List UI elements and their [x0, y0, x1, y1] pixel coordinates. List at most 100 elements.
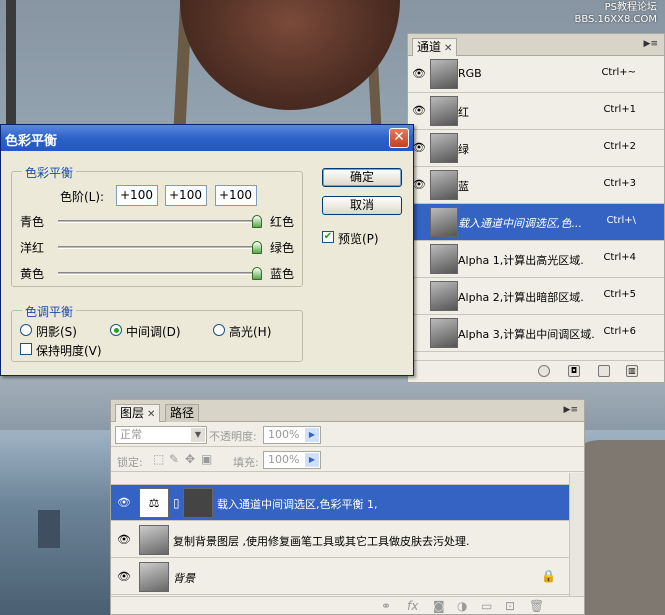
- channel-thumbnail: [430, 96, 458, 126]
- save-selection-icon[interactable]: ◘: [568, 365, 580, 377]
- tab-paths-label: 路径: [170, 406, 195, 420]
- levels-label: 色阶(L):: [60, 190, 105, 204]
- eye-icon[interactable]: 👁: [115, 494, 133, 512]
- channel-shortcut: Ctrl+6: [603, 326, 636, 337]
- new-layer-icon[interactable]: ⊡: [505, 599, 515, 613]
- photo-boat: [38, 510, 60, 548]
- link-layers-icon[interactable]: ⚭: [381, 599, 391, 613]
- group-tone-balance-legend: 色调平衡: [22, 303, 77, 320]
- midtones-label: 中间调(D): [126, 325, 181, 339]
- slider-right-label: 绿色: [270, 241, 295, 255]
- layers-panel: 图层 ✕ 路径 ▶≡ 正常 ▼ 不透明度: 100% ▶ 锁定: ⬚ ✎ ✥ ▣ 填充…: [110, 399, 585, 615]
- highlights-label: 高光(H): [229, 325, 272, 339]
- channel-name: 红: [458, 106, 469, 119]
- layer-thumbnail: [139, 525, 169, 555]
- fill-input[interactable]: 100% ▶: [263, 451, 321, 469]
- channel-row[interactable]: 👁 红 Ctrl+1: [408, 93, 664, 130]
- midtones-radio[interactable]: [110, 324, 122, 336]
- layer-row-color-balance[interactable]: 👁 ⚖ ▯ 载入通道中间调选区,色彩平衡 1,: [111, 485, 569, 521]
- channel-name: Alpha 1,计算出高光区域.: [458, 254, 584, 267]
- slider-handle[interactable]: [252, 267, 262, 280]
- chevron-right-icon[interactable]: ▶: [305, 428, 319, 442]
- chevron-right-icon[interactable]: ▶: [305, 453, 319, 467]
- channel-thumbnail: [430, 244, 458, 274]
- channels-tabbar: 通道 ✕ ▶≡: [408, 34, 664, 56]
- tab-layers[interactable]: 图层 ✕: [115, 404, 161, 422]
- close-icon[interactable]: ✕: [147, 409, 155, 420]
- mask-thumbnail[interactable]: [183, 488, 213, 518]
- watermark-line1: PS教程论坛: [604, 2, 657, 13]
- lock-brush-icon[interactable]: ✎: [169, 452, 179, 466]
- layer-name: 载入通道中间调选区,色彩平衡 1,: [217, 498, 378, 511]
- lock-move-icon[interactable]: ✥: [185, 452, 195, 466]
- channel-name: Alpha 2,计算出暗部区域.: [458, 291, 584, 304]
- layer-row-background[interactable]: 👁 背景 🔒: [111, 559, 569, 595]
- preview-checkbox[interactable]: ✔: [322, 231, 334, 243]
- channel-row[interactable]: 载入通道中间调选区,色... Ctrl+\: [408, 204, 664, 241]
- fill-label: 填充:: [233, 456, 259, 469]
- blend-mode-select[interactable]: 正常 ▼: [115, 426, 207, 444]
- close-button[interactable]: ✕: [389, 128, 409, 148]
- group-icon[interactable]: ▭: [481, 599, 492, 613]
- tone-balance-group: 色调平衡 阴影(S) 中间调(D) 高光(H) 保持明度(V): [11, 303, 303, 362]
- level-input-3[interactable]: +100: [215, 185, 257, 206]
- close-icon[interactable]: ✕: [444, 43, 452, 54]
- level-input-2[interactable]: +100: [165, 185, 207, 206]
- opacity-input[interactable]: 100% ▶: [263, 426, 321, 444]
- fill-value: 100%: [268, 453, 300, 466]
- add-mask-icon[interactable]: ◙: [433, 599, 445, 613]
- lock-label: 锁定:: [117, 456, 143, 469]
- slider-right-label: 蓝色: [270, 267, 295, 281]
- eye-icon[interactable]: 👁: [410, 102, 428, 120]
- channel-shortcut: Ctrl+~: [601, 67, 636, 78]
- new-channel-icon[interactable]: [598, 365, 610, 377]
- adjustment-layer-icon[interactable]: ◑: [457, 599, 467, 613]
- load-selection-icon[interactable]: [538, 365, 550, 377]
- channel-row[interactable]: Alpha 3,计算出中间调区域. Ctrl+6: [408, 315, 664, 352]
- tab-channels[interactable]: 通道 ✕: [412, 38, 458, 56]
- slider-right-label: 红色: [270, 215, 295, 229]
- channel-thumbnail: [430, 133, 458, 163]
- slider-handle[interactable]: [252, 241, 262, 254]
- channel-thumbnail: [430, 170, 458, 200]
- highlights-radio[interactable]: [213, 324, 225, 336]
- channel-row[interactable]: Alpha 1,计算出高光区域. Ctrl+4: [408, 241, 664, 278]
- trash-icon[interactable]: ▥: [626, 365, 638, 377]
- trash-icon[interactable]: 🗑: [529, 599, 544, 613]
- layer-name: 复制背景图层 ,使用修复画笔工具或其它工具做皮肤去污处理.: [173, 535, 470, 548]
- channel-row[interactable]: 👁 绿 Ctrl+2: [408, 130, 664, 167]
- preserve-luminosity-checkbox[interactable]: [20, 343, 32, 355]
- eye-icon[interactable]: 👁: [410, 65, 428, 83]
- channels-panel: 通道 ✕ ▶≡ 👁 RGB Ctrl+~ 👁 红 Ctrl+1 👁 绿 Ctrl+2 👁 蓝 Ctrl+…: [407, 33, 665, 383]
- channel-row[interactable]: Alpha 2,计算出暗部区域. Ctrl+5: [408, 278, 664, 315]
- shadows-radio[interactable]: [20, 324, 32, 336]
- eye-icon[interactable]: 👁: [115, 568, 133, 586]
- slider-handle[interactable]: [252, 215, 262, 228]
- channel-name: 绿: [458, 143, 469, 156]
- slider-left-label: 洋红: [20, 241, 45, 255]
- color-balance-group: 色彩平衡 色阶(L): +100 +100 +100 青色 红色 洋红 绿色 黄色 蓝色: [11, 164, 303, 287]
- channel-row[interactable]: 👁 蓝 Ctrl+3: [408, 167, 664, 204]
- opacity-value: 100%: [268, 428, 300, 441]
- fx-icon[interactable]: fx: [407, 599, 418, 613]
- level-input-1[interactable]: +100: [116, 185, 158, 206]
- panel-menu-icon[interactable]: ▶≡: [644, 39, 658, 49]
- slider-track[interactable]: [58, 272, 258, 275]
- lock-all-icon[interactable]: ▣: [201, 452, 212, 466]
- eye-icon[interactable]: 👁: [115, 531, 133, 549]
- lock-transparent-icon[interactable]: ⬚: [153, 452, 164, 466]
- panel-menu-icon[interactable]: ▶≡: [564, 405, 578, 415]
- slider-left-label: 黄色: [20, 267, 45, 281]
- slider-track[interactable]: [58, 220, 258, 223]
- layer-row-retouch[interactable]: 👁 复制背景图层 ,使用修复画笔工具或其它工具做皮肤去污处理.: [111, 522, 569, 558]
- ok-button[interactable]: 确定: [322, 168, 402, 187]
- watermark-line2: BBS.16XX8.COM: [574, 14, 657, 25]
- channel-shortcut: Ctrl+3: [603, 178, 636, 189]
- tab-paths[interactable]: 路径: [165, 404, 200, 422]
- channel-row[interactable]: 👁 RGB Ctrl+~: [408, 56, 664, 93]
- layers-scrollbar[interactable]: [569, 473, 584, 596]
- blend-mode-value: 正常: [120, 428, 142, 441]
- slider-track[interactable]: [58, 246, 258, 249]
- cancel-button[interactable]: 取消: [322, 196, 402, 215]
- channel-thumbnail: [430, 281, 458, 311]
